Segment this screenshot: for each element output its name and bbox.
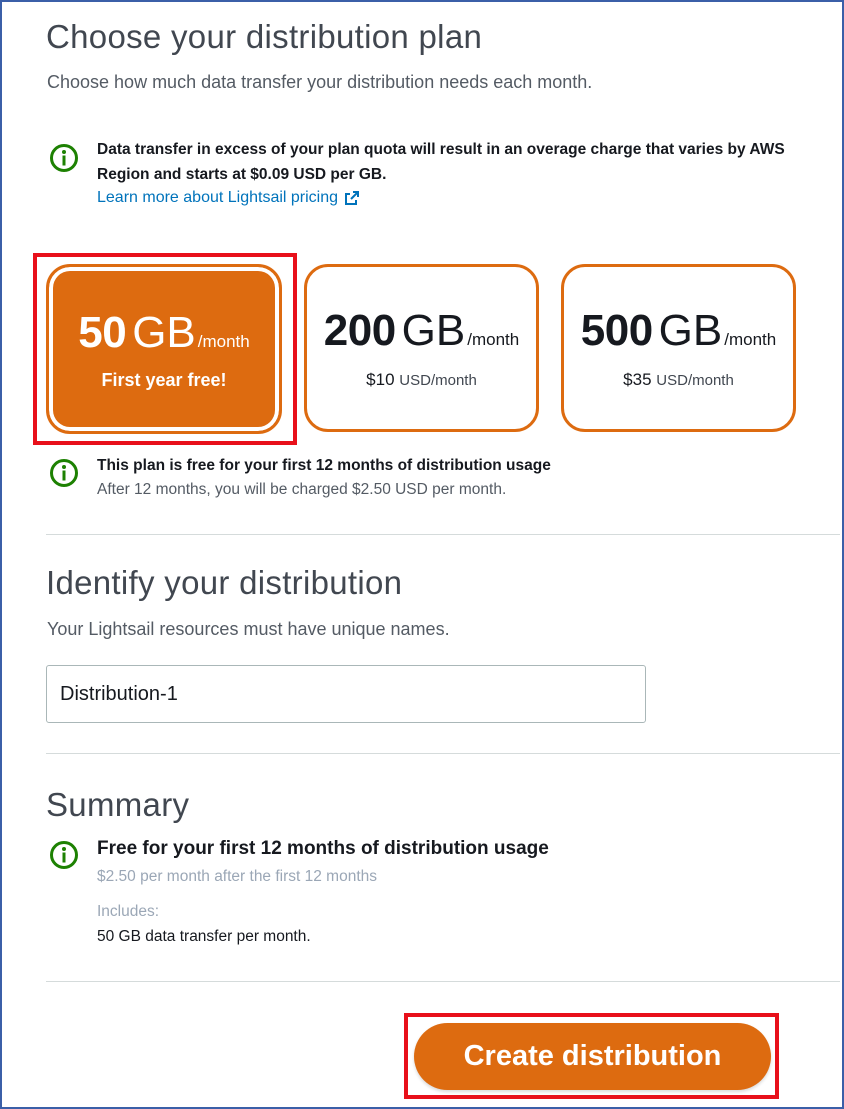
summary-includes-detail: 50 GB data transfer per month. xyxy=(97,928,311,945)
plan-section-title: Choose your distribution plan xyxy=(46,18,483,55)
summary-headline: Free for your first 12 months of distrib… xyxy=(97,838,549,859)
summary-includes-label: Includes: xyxy=(97,903,160,920)
plan-period: /month xyxy=(467,330,520,349)
external-link-icon xyxy=(345,191,360,205)
identify-section-subtitle: Your Lightsail resources must have uniqu… xyxy=(47,619,450,639)
plan-card-50gb[interactable]: 50 GB /month First year free! xyxy=(46,264,282,434)
plan-amount: 500 xyxy=(580,306,653,355)
plan-price: $10 xyxy=(366,370,395,389)
plan-card-200gb[interactable]: 200 GB /month $10 USD/month xyxy=(304,264,539,432)
plan-amount: 50 xyxy=(78,307,127,357)
plan-period: /month xyxy=(724,330,777,349)
plan-section-subtitle: Choose how much data transfer your distr… xyxy=(47,72,593,92)
info-icon xyxy=(50,459,78,487)
plan-card-500gb[interactable]: 500 GB /month $35 USD/month xyxy=(561,264,796,432)
pricing-link-label: Learn more about Lightsail pricing xyxy=(97,189,339,206)
plan-price-unit: USD/month xyxy=(656,372,734,389)
plan-amount: 200 xyxy=(323,306,396,355)
info-icon xyxy=(50,144,78,172)
divider xyxy=(46,534,840,535)
distribution-name-input[interactable] xyxy=(46,665,646,723)
summary-after-price: $2.50 per month after the first 12 month… xyxy=(97,868,378,885)
plan-unit: GB xyxy=(401,306,466,355)
plan-price: $35 xyxy=(623,370,652,389)
plan-unit: GB xyxy=(658,306,723,355)
info-icon xyxy=(50,841,78,869)
summary-section-title: Summary xyxy=(46,786,190,823)
create-distribution-button[interactable]: Create distribution xyxy=(414,1023,771,1090)
overage-notice: Data transfer in excess of your plan quo… xyxy=(97,141,785,183)
plan-period: /month xyxy=(197,331,250,351)
plan-tagline: First year free! xyxy=(101,369,227,390)
plan-unit: GB xyxy=(132,307,196,357)
pricing-link[interactable]: Learn more about Lightsail pricing xyxy=(97,189,360,207)
free-notice-title: This plan is free for your first 12 mont… xyxy=(97,457,551,474)
divider xyxy=(46,981,840,982)
free-notice-detail: After 12 months, you will be charged $2.… xyxy=(97,481,507,498)
plan-price-unit: USD/month xyxy=(399,372,477,389)
identify-section-title: Identify your distribution xyxy=(46,564,403,601)
divider xyxy=(46,753,840,754)
